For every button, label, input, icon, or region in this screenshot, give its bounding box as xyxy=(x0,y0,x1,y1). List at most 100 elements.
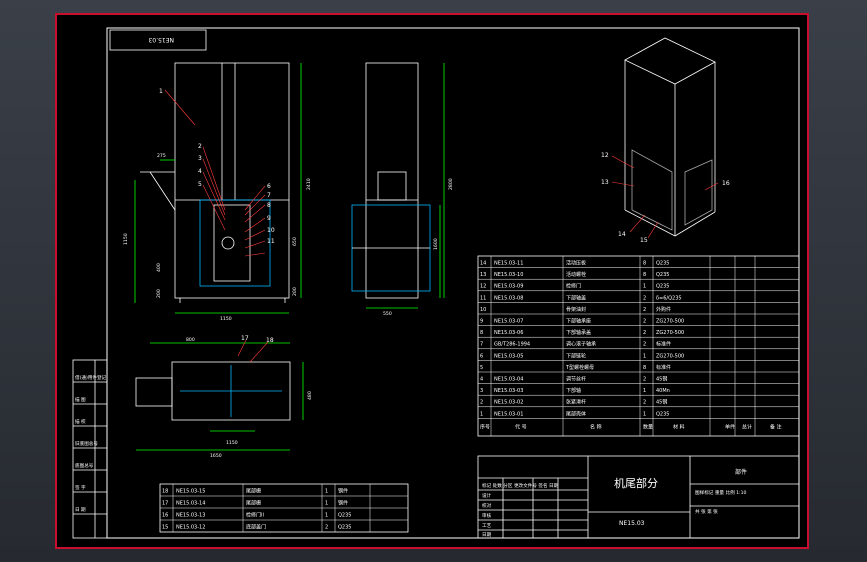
drawing-number: NE15.03 xyxy=(619,520,645,527)
parts-list-cell: Q235 xyxy=(656,261,669,267)
tb-row: 工艺 xyxy=(482,523,492,529)
dim-400: 400 xyxy=(156,263,162,272)
parts-list-cell: Q235 xyxy=(656,284,669,290)
parts-list-cell: 2 xyxy=(480,400,483,406)
parts-list-cell: 检修门 xyxy=(566,283,581,290)
parts-list-cell: 8 xyxy=(480,330,483,336)
parts-list-cell: Q235 xyxy=(656,272,669,278)
parts-list-cell: NE15.03-12 xyxy=(176,525,205,531)
parts-list-cell: 1 xyxy=(480,411,483,417)
parts-list-cell: NE15.03-11 xyxy=(494,261,523,267)
parts-list-cell: 底部盖门 xyxy=(246,524,266,531)
parts-list-cell: 外购件 xyxy=(656,306,671,313)
parts-list-cell: 1 xyxy=(325,501,328,507)
parts-list-header: 备 注 xyxy=(770,423,782,430)
callout-7: 7 xyxy=(267,192,271,199)
parts-list-cell: 12 xyxy=(480,284,486,290)
strip-label: 描 图 xyxy=(75,396,86,403)
callout-6: 6 xyxy=(267,183,271,190)
tb-right-row: 图样标记 重量 比例 1:10 xyxy=(695,489,747,496)
callout-1: 1 xyxy=(159,88,163,95)
parts-list-cell: 1 xyxy=(643,388,646,394)
parts-list-cell: NE15.03-04 xyxy=(494,377,523,383)
parts-list-cell: NE15.03-06 xyxy=(494,330,523,336)
parts-list-cell: NE15.03-09 xyxy=(494,284,523,290)
parts-list-cell: 16 xyxy=(162,513,168,519)
callout-3: 3 xyxy=(198,155,202,162)
parts-list-cell: δ=6/Q235 xyxy=(656,295,682,301)
parts-list-cell: NE15.03-01 xyxy=(494,411,523,417)
parts-list-cell: 张紧滑杆 xyxy=(566,399,586,406)
parts-list-header: 代 号 xyxy=(515,423,527,430)
parts-list-cell: 2 xyxy=(643,330,646,336)
parts-list-cell: NE15.03-02 xyxy=(494,400,523,406)
parts-list-cell: 调节丝杆 xyxy=(566,376,586,383)
parts-list-cell: 检修门II xyxy=(246,512,264,519)
dim-side-width: 550 xyxy=(383,311,392,317)
callout-8: 8 xyxy=(267,202,271,209)
dim-800: 800 xyxy=(186,337,195,343)
parts-list-cell: 2 xyxy=(643,319,646,325)
parts-list-cell: NE15.03-13 xyxy=(176,513,205,519)
dim-200-right: 200 xyxy=(292,287,298,296)
callout-4: 4 xyxy=(198,168,202,175)
parts-list-cell: 5 xyxy=(480,365,483,371)
parts-list-cell: 骨架油封 xyxy=(566,306,586,313)
parts-list-cell: 下部链轮 xyxy=(566,352,586,359)
parts-list-cell: NE15.03-14 xyxy=(176,501,205,507)
strip-label: 描 校 xyxy=(75,418,86,425)
parts-list-cell: 6 xyxy=(480,353,483,359)
tb-row: 校对 xyxy=(482,502,492,509)
drawing-title: 机尾部分 xyxy=(614,476,658,490)
parts-list-cell: 2 xyxy=(643,307,646,313)
parts-list-header: 总计 xyxy=(742,423,752,430)
parts-list-cell: 标准件 xyxy=(656,341,671,348)
callout-11: 11 xyxy=(267,238,275,245)
parts-list-cell: 2 xyxy=(643,377,646,383)
parts-list-cell: NE15.03-08 xyxy=(494,295,523,301)
parts-list-cell: 11 xyxy=(480,295,486,301)
dim-2410: 2410 xyxy=(306,178,312,190)
parts-list-cell: 14 xyxy=(480,261,486,267)
strip-label: 借(通)用件登记 xyxy=(75,374,107,381)
parts-list-cell: 15 xyxy=(162,525,168,531)
callout-10: 10 xyxy=(267,227,275,234)
parts-list-header: 序号 xyxy=(480,423,490,430)
cad-viewport[interactable]: 借(通)用件登记 描 图 描 校 旧底图总号 底图总号 签 字 日 期 NE15… xyxy=(0,0,867,562)
parts-list-cell: 1 xyxy=(643,353,646,359)
parts-list-cell: NE15.03-05 xyxy=(494,353,523,359)
parts-list-cell: NE15.03-07 xyxy=(494,319,523,325)
callout-9: 9 xyxy=(267,215,271,222)
parts-list-cell: ZG270-500 xyxy=(656,330,684,336)
parts-list-cell: 17 xyxy=(162,501,168,507)
parts-list-cell: 7 xyxy=(480,342,483,348)
parts-list-cell: 2 xyxy=(643,342,646,348)
parts-list-cell: 8 xyxy=(643,272,646,278)
parts-list-cell: 1 xyxy=(325,489,328,495)
parts-list-cell: 4 xyxy=(480,377,483,383)
tb-right-row: 共 张 第 张 xyxy=(695,508,718,515)
parts-list-cell: T型螺栓螺母 xyxy=(565,364,594,371)
tb-row: 设计 xyxy=(482,492,492,499)
parts-list-cell: NE15.03-15 xyxy=(176,489,205,495)
strip-label: 底图总号 xyxy=(75,462,94,469)
parts-list-cell: 9 xyxy=(480,319,483,325)
tb-row: 标记 处数 分区 更改文件号 签名 日期 xyxy=(482,482,559,489)
drawing-number-rotated: NE15.03 xyxy=(148,36,174,43)
parts-list-cell: 3 xyxy=(480,388,483,394)
parts-list-cell: ZG270-500 xyxy=(656,319,684,325)
parts-list-cell: 45钢 xyxy=(656,399,667,406)
parts-list-cell: 下部轴 xyxy=(566,387,581,394)
parts-list-cell: 标准件 xyxy=(656,364,671,371)
parts-list-cell: 1 xyxy=(325,513,328,519)
callout-16: 16 xyxy=(722,180,730,187)
parts-list-cell: 2 xyxy=(325,525,328,531)
parts-list-header: 材 料 xyxy=(673,423,685,430)
parts-list-cell: 尾部壳体 xyxy=(566,410,586,417)
parts-list-cell: Q235 xyxy=(656,411,669,417)
parts-list-cell: 1 xyxy=(643,411,646,417)
parts-list-cell: 45钢 xyxy=(656,376,667,383)
callout-12: 12 xyxy=(601,152,609,159)
dim-650: 650 xyxy=(292,237,298,246)
tb-row: 日期 xyxy=(482,532,492,538)
